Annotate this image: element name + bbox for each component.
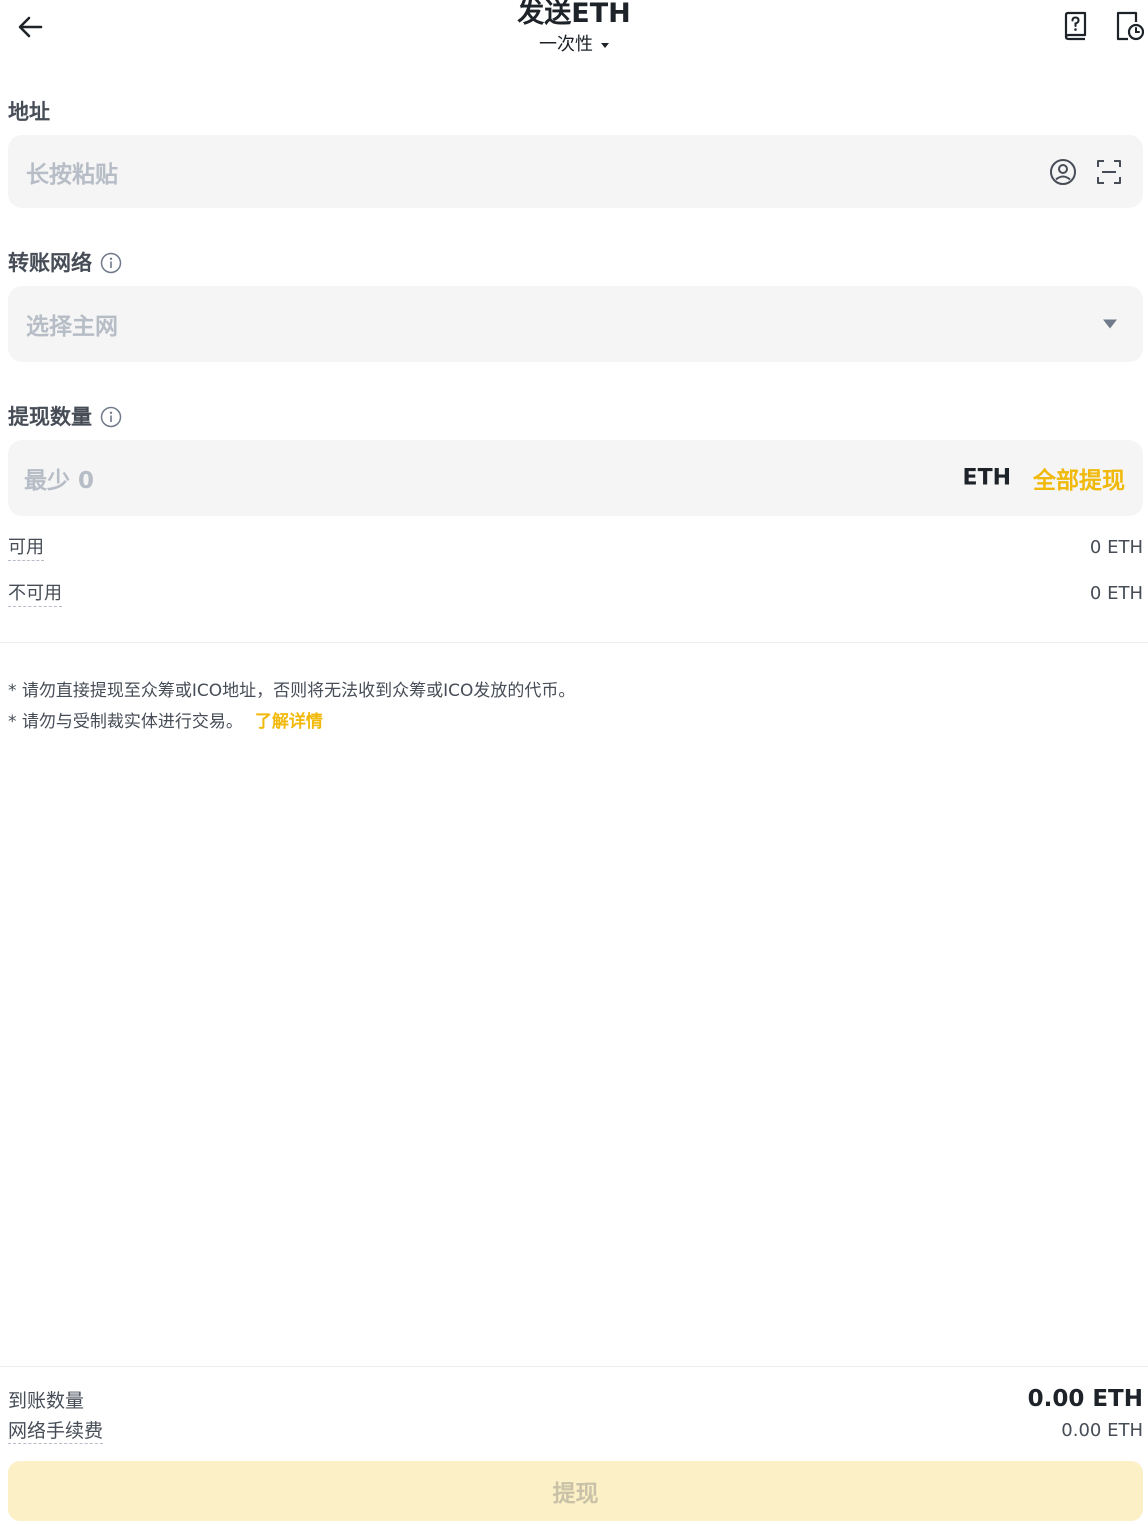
footer-divider [0,1366,1148,1367]
history-document-icon[interactable] [1114,10,1146,42]
network-fee-value: 0.00 ETH [1061,1419,1143,1441]
unavailable-label[interactable]: 不可用 [8,579,62,607]
caret-down-icon [601,42,609,48]
warning-note-ico: * 请勿直接提现至众筹或ICO地址，否则将无法收到众筹或ICO发放的代币。 [8,681,576,701]
warning-note-sanctions-text: * 请勿与受制裁实体进行交易。 [8,712,243,732]
header: 发送ETH 一次性 [0,0,1148,70]
network-label: 转账网络 [8,249,122,277]
address-book-icon[interactable] [1049,158,1077,186]
amount-input[interactable]: 最少 0 ETH 全部提现 [8,440,1143,516]
network-select[interactable]: 选择主网 [8,286,1143,362]
available-label[interactable]: 可用 [8,533,44,561]
divider [0,642,1148,643]
address-label: 地址 [8,98,50,126]
chevron-down-icon [1103,319,1117,329]
received-amount-value: 0.00 ETH [1027,1386,1143,1412]
network-label-text: 转账网络 [8,251,92,275]
withdraw-button[interactable]: 提现 [8,1461,1143,1521]
available-balance-row: 可用 0 ETH [8,533,1143,561]
warning-note-sanctions: * 请勿与受制裁实体进行交易。 了解详情 [8,710,323,734]
address-placeholder: 长按粘贴 [26,161,118,188]
amount-label: 提现数量 [8,403,122,431]
withdraw-mode-select[interactable]: 一次性 [539,34,609,56]
received-amount-row: 到账数量 0.00 ETH [8,1384,1143,1414]
help-book-icon[interactable] [1060,10,1092,42]
withdraw-mode-label: 一次性 [539,34,593,55]
amount-unit: ETH [962,465,1011,491]
page-title: 发送ETH [517,0,631,29]
network-fee-row: 网络手续费 0.00 ETH [8,1416,1143,1444]
unavailable-value: 0 ETH [1089,582,1143,604]
network-placeholder: 选择主网 [26,314,118,340]
network-fee-label[interactable]: 网络手续费 [8,1416,104,1444]
title-wrap: 发送ETH 一次性 [0,0,1148,56]
info-icon[interactable] [100,406,122,428]
address-label-text: 地址 [8,100,50,124]
available-value: 0 ETH [1089,536,1143,558]
received-amount-label: 到账数量 [8,1389,85,1412]
amount-placeholder: 最少 0 [24,468,95,494]
info-icon[interactable] [100,252,122,274]
address-input[interactable]: 长按粘贴 [8,135,1143,208]
amount-label-text: 提现数量 [8,405,92,429]
learn-more-link[interactable]: 了解详情 [255,712,323,732]
withdraw-all-button[interactable]: 全部提现 [1033,461,1125,495]
unavailable-balance-row: 不可用 0 ETH [8,579,1143,607]
scan-icon[interactable] [1095,158,1123,186]
